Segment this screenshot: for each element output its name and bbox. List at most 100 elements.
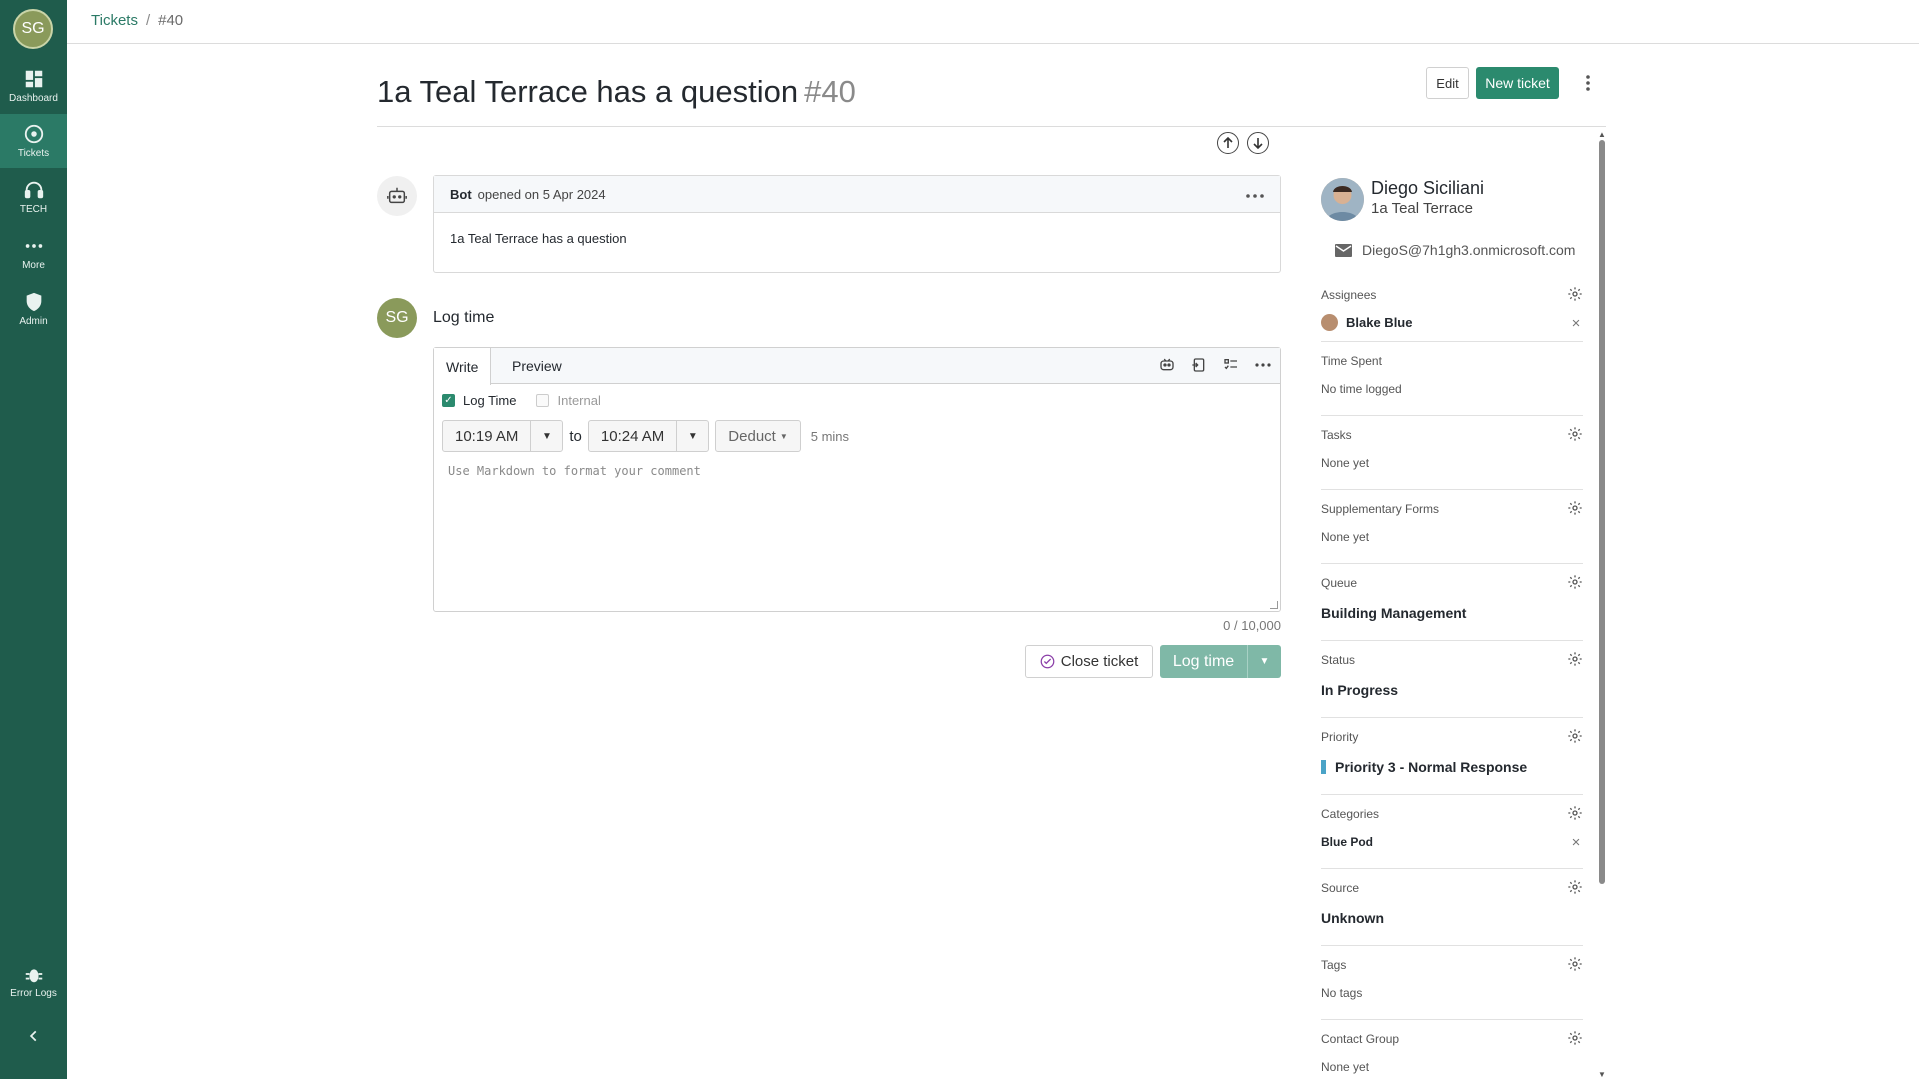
breadcrumb-separator: / [145, 12, 151, 29]
admin-shield-icon [26, 292, 41, 312]
close-ticket-button[interactable]: Close ticket [1025, 645, 1153, 678]
scroll-down-icon[interactable]: ▼ [1598, 1070, 1606, 1079]
ai-assist-icon[interactable] [1158, 356, 1176, 374]
deduct-label: Deduct [728, 427, 776, 445]
log-time-button[interactable]: Log time [1160, 645, 1247, 678]
collapse-sidebar-button[interactable] [0, 1018, 67, 1054]
grid-icon [25, 70, 42, 88]
start-time-select[interactable]: 10:19 AM ▼ [442, 420, 564, 452]
chevron-left-icon [29, 1030, 36, 1042]
tab-preview[interactable]: Preview [500, 348, 574, 384]
caret-down-icon[interactable]: ▼ [530, 421, 562, 451]
sidebar-item-dashboard[interactable]: Dashboard [0, 59, 67, 113]
panel-scrollbar[interactable]: ▲ ▼ [1598, 130, 1606, 1079]
status-label: Status [1321, 653, 1356, 667]
ticket-details-panel: Diego Siciliani 1a Teal Terrace DiegoS@7… [1321, 178, 1583, 1074]
sidebar-item-admin[interactable]: Admin [0, 282, 67, 336]
contact-group-section: Contact Group None yet [1321, 1020, 1583, 1079]
comment-more-icon[interactable] [1246, 185, 1264, 203]
supplementary-forms-label: Supplementary Forms [1321, 502, 1440, 516]
editor-tabs: Write Preview [434, 348, 1280, 385]
supplementary-forms-value: None yet [1321, 530, 1370, 544]
end-time-select[interactable]: 10:24 AM ▼ [587, 420, 710, 452]
ticket-properties: Assignees Blake Blue × Time Spent No tim… [1321, 276, 1583, 1079]
category-tag[interactable]: Blue Pod [1321, 835, 1373, 849]
user-avatar[interactable]: SG [13, 9, 53, 49]
edit-button[interactable]: Edit [1426, 67, 1469, 99]
tab-write[interactable]: Write [434, 348, 492, 385]
status-value[interactable]: In Progress [1321, 682, 1398, 698]
resize-handle[interactable] [1270, 601, 1278, 609]
queue-section: Queue Building Management [1321, 564, 1583, 641]
contact-name[interactable]: Diego Siciliani [1371, 178, 1484, 199]
editor-more-icon[interactable] [1254, 356, 1272, 374]
check-circle-icon [1040, 654, 1055, 669]
source-value[interactable]: Unknown [1321, 910, 1384, 926]
gear-icon[interactable] [1567, 1030, 1583, 1046]
gear-icon[interactable] [1567, 286, 1583, 302]
breadcrumb-tickets-link[interactable]: Tickets [91, 12, 138, 29]
comment-meta: opened on 5 Apr 2024 [477, 186, 606, 202]
contact-group-value: None yet [1321, 1060, 1370, 1074]
gear-icon[interactable] [1567, 956, 1583, 972]
caret-down-icon[interactable]: ▼ [676, 421, 708, 451]
sidebar: SG Dashboard Tickets TECH More Admin Err… [0, 0, 67, 1079]
remove-category-icon[interactable]: × [1569, 834, 1583, 851]
scroll-up-icon[interactable]: ▲ [1598, 130, 1606, 139]
sidebar-item-label: TECH [19, 204, 48, 215]
gear-icon[interactable] [1567, 728, 1583, 744]
comment-body: 1a Teal Terrace has a question [450, 231, 627, 246]
comment-textarea[interactable]: Use Markdown to format your comment [448, 464, 701, 478]
new-ticket-button[interactable]: New ticket [1476, 67, 1559, 99]
log-time-options: ✓ Log Time Internal [442, 393, 601, 408]
log-time-checkbox[interactable]: ✓ [442, 394, 455, 407]
top-bar: Tickets / #40 [67, 0, 1919, 44]
gear-icon[interactable] [1567, 805, 1583, 821]
priority-value[interactable]: Priority 3 - Normal Response [1321, 759, 1527, 775]
gear-icon[interactable] [1567, 879, 1583, 895]
queue-value[interactable]: Building Management [1321, 605, 1466, 621]
task-list-icon[interactable] [1222, 356, 1240, 374]
contact-card: Diego Siciliani 1a Teal Terrace [1321, 178, 1583, 226]
ticket-number: #40 [804, 74, 856, 109]
sidebar-item-error-logs[interactable]: Error Logs [0, 954, 67, 1008]
remove-assignee-icon[interactable]: × [1569, 315, 1583, 332]
tasks-label: Tasks [1321, 428, 1352, 442]
assignee-name: Blake Blue [1346, 315, 1413, 330]
more-dots-icon [25, 244, 42, 248]
priority-section: Priority Priority 3 - Normal Response [1321, 718, 1583, 795]
next-ticket-icon[interactable] [1247, 132, 1269, 154]
caret-down-icon: ▼ [779, 431, 788, 441]
time-range: 10:19 AM ▼ to 10:24 AM ▼ Deduct ▼ 5 mins [442, 420, 849, 452]
assignee-item[interactable]: Blake Blue [1321, 314, 1412, 331]
sidebar-item-tech[interactable]: TECH [0, 170, 67, 224]
sidebar-item-tickets[interactable]: Tickets [0, 114, 67, 168]
gear-icon[interactable] [1567, 500, 1583, 516]
gear-icon[interactable] [1567, 651, 1583, 667]
internal-checkbox-label: Internal [557, 393, 601, 408]
gear-icon[interactable] [1567, 426, 1583, 442]
categories-section: Categories Blue Pod × [1321, 795, 1583, 869]
queue-label: Queue [1321, 576, 1358, 590]
log-time-heading: Log time [433, 309, 495, 326]
contact-avatar[interactable] [1321, 178, 1364, 221]
comment-author: Bot [450, 186, 472, 202]
tags-value: No tags [1321, 986, 1363, 1000]
tags-section: Tags No tags [1321, 946, 1583, 1020]
time-spent-section: Time Spent No time logged [1321, 342, 1583, 416]
contact-email[interactable]: DiegoS@7h1gh3.onmicrosoft.com [1335, 242, 1575, 258]
contact-org[interactable]: 1a Teal Terrace [1371, 200, 1473, 217]
internal-checkbox[interactable] [536, 394, 550, 407]
insert-template-icon[interactable] [1190, 356, 1208, 374]
gear-icon[interactable] [1567, 574, 1583, 590]
deduct-dropdown[interactable]: Deduct ▼ [715, 420, 801, 452]
priority-color-bar [1321, 760, 1326, 774]
previous-ticket-icon[interactable] [1217, 132, 1239, 154]
sidebar-item-more[interactable]: More [0, 226, 67, 280]
log-time-menu-button[interactable]: ▼ [1247, 645, 1281, 678]
more-options-icon[interactable] [1578, 70, 1598, 96]
scrollbar-thumb[interactable] [1599, 140, 1605, 884]
ticket-navigation [1217, 132, 1269, 154]
assignees-section: Assignees Blake Blue × [1321, 276, 1583, 342]
comment-editor: Write Preview ✓ Log Time Internal 10:19 … [433, 347, 1281, 612]
